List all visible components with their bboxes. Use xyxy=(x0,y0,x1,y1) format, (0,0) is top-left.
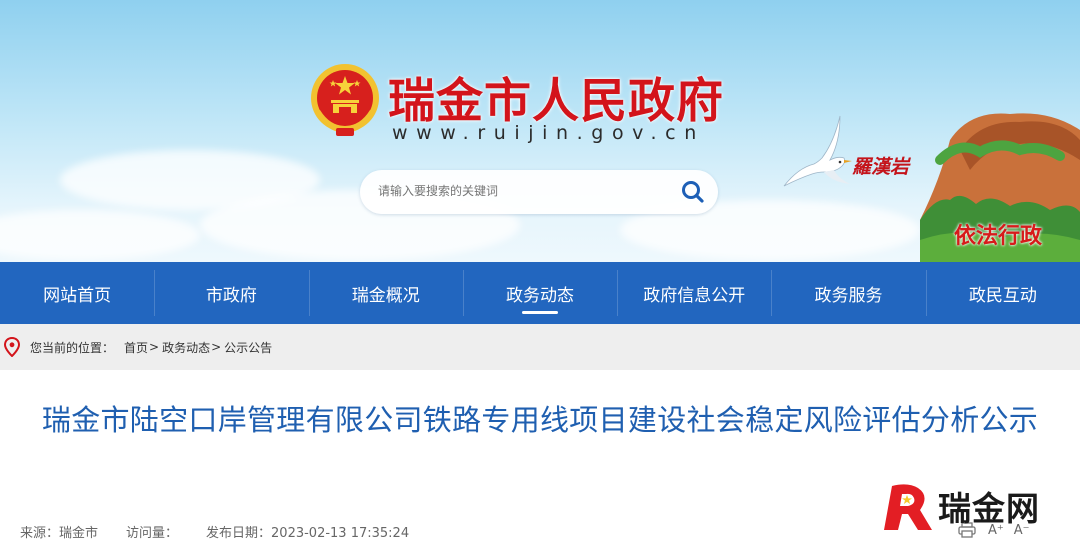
scenic-label: 羅漢岩 xyxy=(852,156,910,178)
article-publish-date: 发布日期：2023-02-13 17:35:24 xyxy=(206,526,410,541)
slogan-text: 依法行政 xyxy=(954,223,1043,249)
search-icon[interactable] xyxy=(680,179,706,205)
nav-item-label: 网站首页 xyxy=(43,285,112,306)
site-title: 瑞金市人民政府 xyxy=(388,74,724,129)
ruijin-net-logo xyxy=(884,484,932,530)
nav-item-label: 政务动态 xyxy=(505,285,574,306)
location-pin-icon xyxy=(4,337,20,357)
main-nav: 网站首页 市政府 瑞金概况 政务动态 政府信息公开 政务服务 政民互动 xyxy=(0,262,1080,324)
watermark-text: 瑞金网 xyxy=(938,489,1040,528)
cloud-decoration xyxy=(0,210,200,260)
breadcrumb-home-link[interactable]: 首页 xyxy=(124,339,148,356)
nav-item-label: 政府信息公开 xyxy=(643,285,746,306)
breadcrumb-separator: > xyxy=(149,340,160,354)
article-visits: 访问量： xyxy=(126,526,179,541)
nav-item-services[interactable]: 政务服务 xyxy=(771,262,925,324)
nav-item-label: 政民互动 xyxy=(968,285,1037,306)
nav-item-city-government[interactable]: 市政府 xyxy=(154,262,308,324)
article-meta: 来源：瑞金市 访问量： 发布日期：2023-02-13 17:35:24 xyxy=(20,522,437,541)
article-title: 瑞金市陆空口岸管理有限公司铁路专用线项目建设社会稳定风险评估分析公示 xyxy=(41,403,1039,437)
search-box xyxy=(360,170,718,214)
nav-item-label: 政务服务 xyxy=(814,285,883,306)
nav-item-home[interactable]: 网站首页 xyxy=(0,262,154,324)
nav-item-overview[interactable]: 瑞金概况 xyxy=(308,262,463,324)
search-input[interactable] xyxy=(378,184,658,198)
national-emblem-icon xyxy=(311,64,379,136)
breadcrumb-separator: > xyxy=(211,340,222,354)
breadcrumb: 您当前的位置： 首页 > 政务动态 > 公示公告 xyxy=(0,324,1080,370)
breadcrumb-news-link[interactable]: 政务动态 xyxy=(162,339,210,356)
nav-item-label: 市政府 xyxy=(205,285,257,306)
watermark: 瑞金网 xyxy=(878,478,1040,534)
nav-item-news[interactable]: 政务动态 xyxy=(462,262,617,324)
nav-item-label: 瑞金概况 xyxy=(351,285,420,306)
nav-item-info-disclosure[interactable]: 政府信息公开 xyxy=(617,262,771,324)
breadcrumb-notice-link[interactable]: 公示公告 xyxy=(224,339,272,356)
breadcrumb-prefix: 您当前的位置： xyxy=(30,340,115,355)
header-banner: 瑞金市人民政府 www.ruijin.gov.cn 羅漢岩 依法行政 xyxy=(0,0,1080,262)
site-url: www.ruijin.gov.cn xyxy=(392,122,705,144)
article-source: 来源：瑞金市 xyxy=(20,526,99,541)
nav-item-interaction[interactable]: 政民互动 xyxy=(925,262,1080,324)
